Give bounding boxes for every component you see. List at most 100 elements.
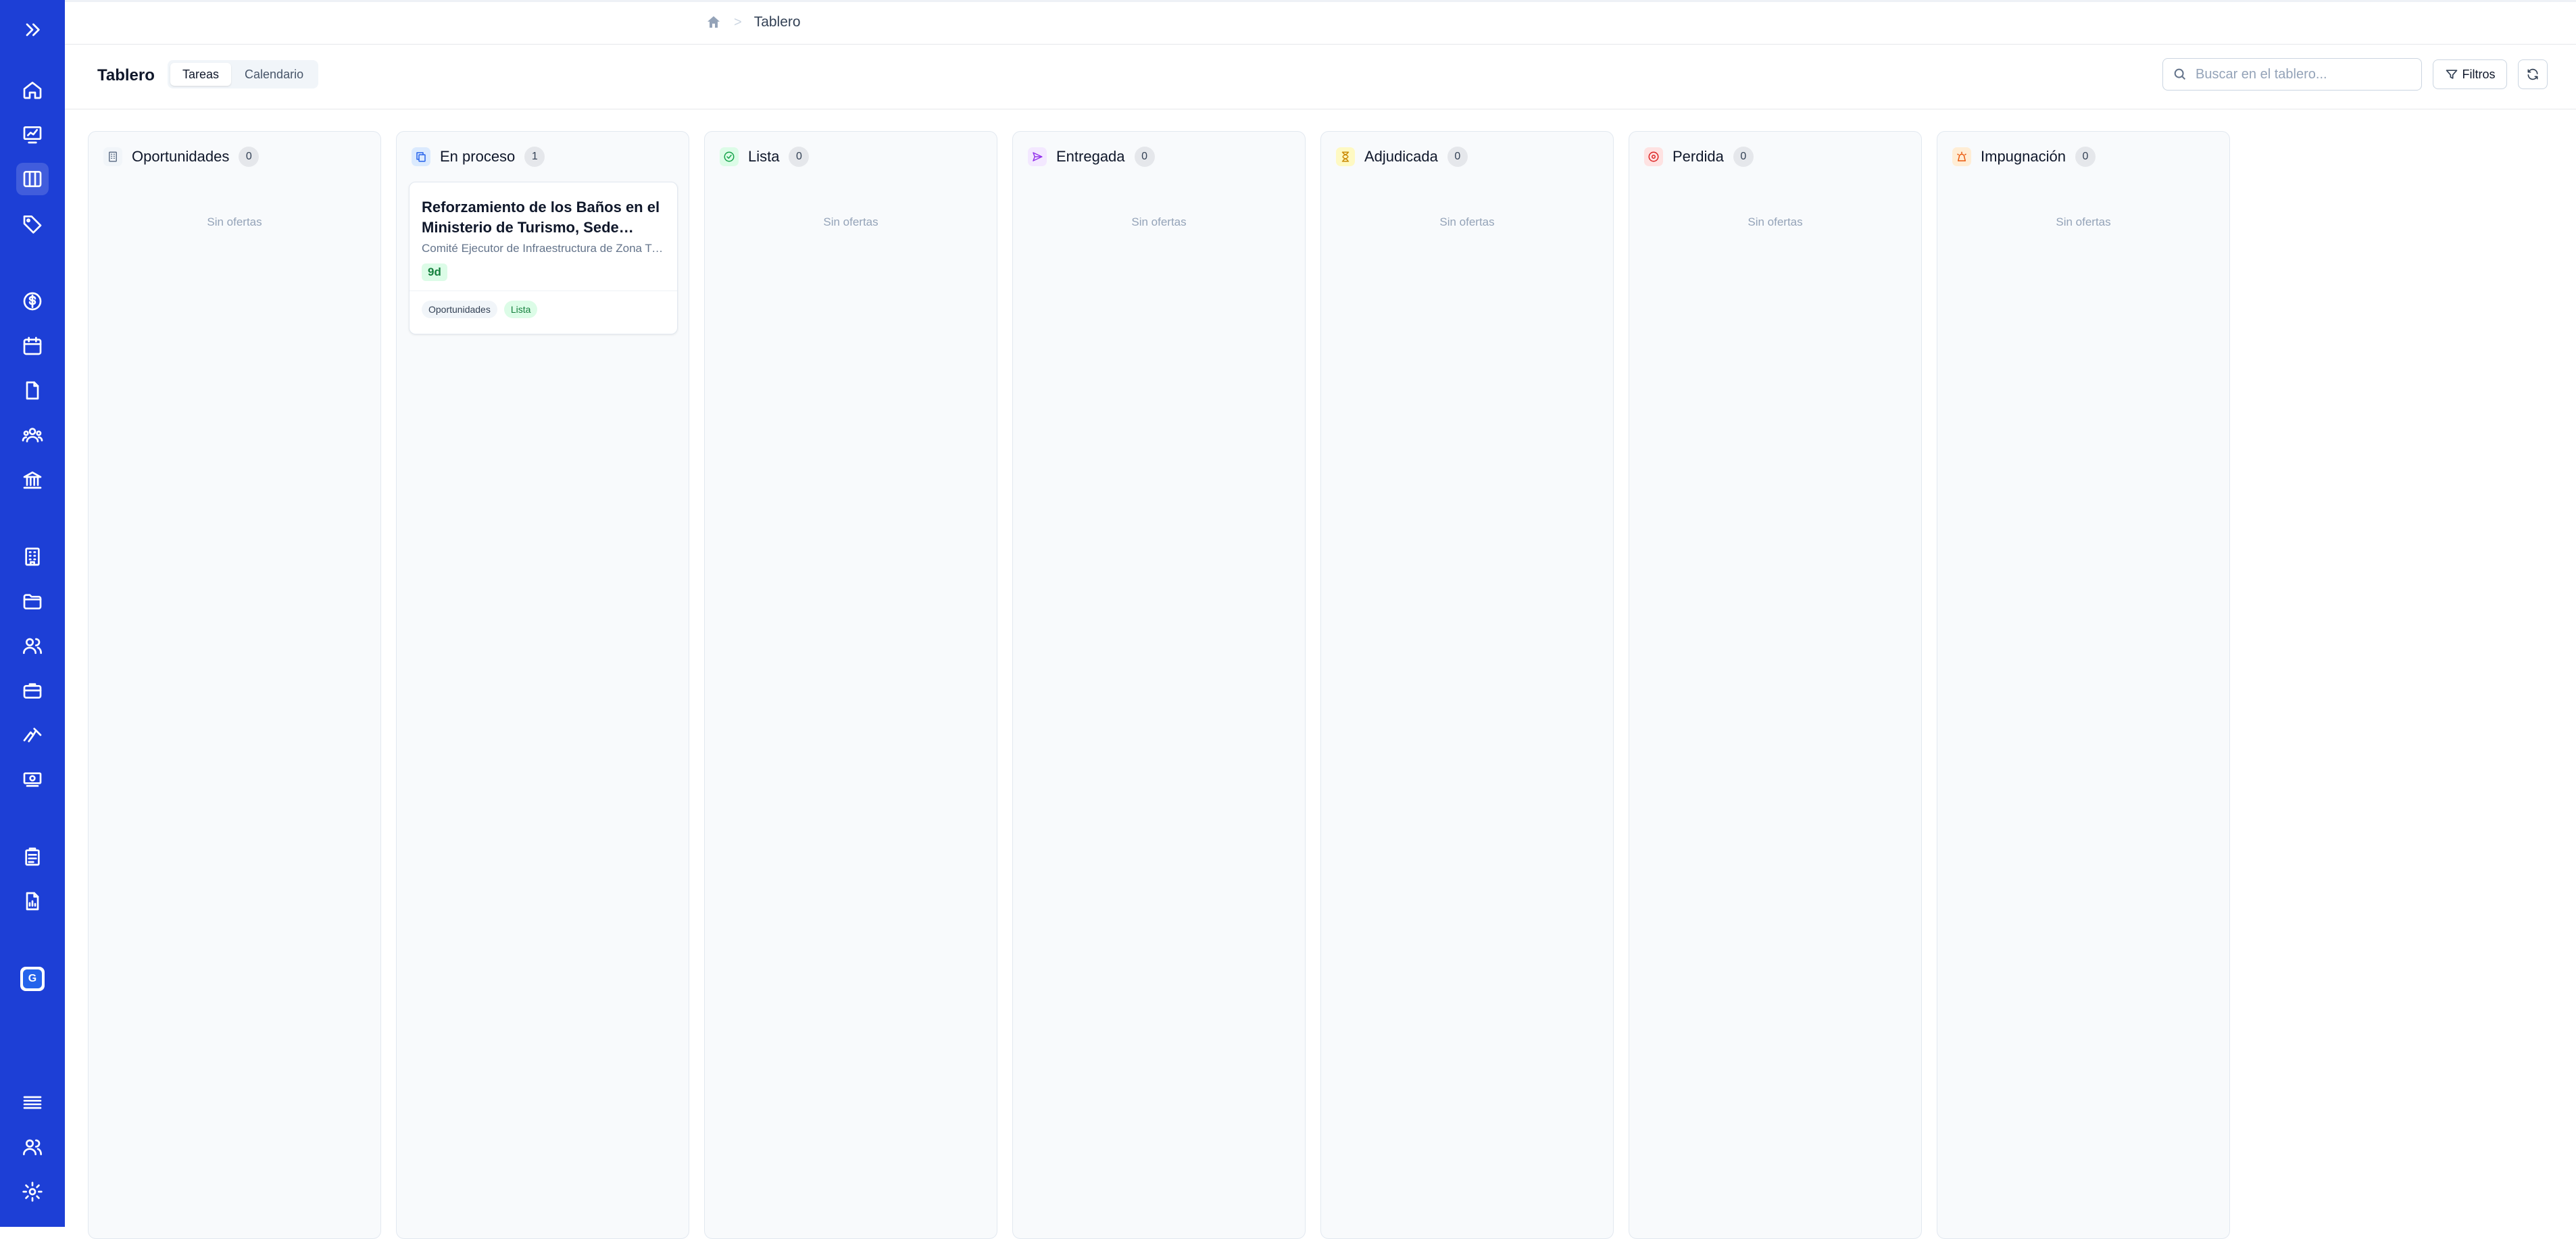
file-icon: [26, 381, 39, 400]
sidebar-item-tags[interactable]: [16, 207, 49, 240]
column-header: En proceso 1: [412, 145, 545, 168]
column-count-badge: 0: [2075, 147, 2096, 167]
page-title: Tablero: [97, 66, 155, 84]
offer-card-due-badge: 9d: [422, 263, 447, 281]
expand-sidebar-button[interactable]: [16, 14, 49, 46]
dashboard-icon: [23, 126, 42, 144]
settings-icon: [22, 1182, 43, 1202]
sidebar-item-folders[interactable]: [16, 585, 49, 617]
column-empty-state: Sin ofertas: [207, 216, 262, 228]
column-count-badge: 0: [239, 147, 259, 167]
home-icon: [23, 82, 42, 99]
institution-icon: [23, 472, 42, 489]
organization-avatar[interactable]: G: [20, 967, 45, 991]
filter-icon: [2446, 70, 2457, 79]
column-lista: Lista 0 Sin ofertas: [704, 131, 997, 1239]
column-title: Impugnación: [1981, 148, 2066, 165]
column-empty-state: Sin ofertas: [2056, 216, 2111, 228]
refresh-icon: [2527, 68, 2538, 80]
sidebar-item-tools[interactable]: [16, 719, 49, 751]
sidebar-item-companies[interactable]: [16, 540, 49, 573]
view-calendario-tab[interactable]: Calendario: [232, 63, 316, 86]
sidebar-item-reports[interactable]: [16, 885, 49, 917]
page-header: Tablero Tareas Calendario Filtros: [65, 45, 2576, 109]
money-icon: [23, 772, 42, 787]
filters-button[interactable]: Filtros: [2433, 59, 2507, 89]
sidebar-item-institutions[interactable]: [16, 463, 49, 496]
folder-icon: [23, 594, 42, 609]
list-icon: [23, 1096, 42, 1109]
building-icon: [103, 147, 122, 166]
column-count-badge: 0: [1733, 147, 1754, 167]
column-empty-state: Sin ofertas: [1439, 216, 1495, 228]
sidebar-item-clipboard[interactable]: [16, 840, 49, 873]
sidebar: G: [0, 0, 65, 1227]
column-count-badge: 0: [1447, 147, 1468, 167]
tag-icon: [23, 216, 42, 234]
board-icon: [23, 171, 42, 187]
check-circle-icon: [720, 147, 739, 166]
column-title: Oportunidades: [132, 148, 230, 165]
search-input[interactable]: [2196, 66, 2405, 82]
sidebar-item-calendar[interactable]: [16, 330, 49, 362]
offer-card-footer: Oportunidades Lista: [410, 290, 677, 318]
offer-card-title: Reforzamiento de los Baños en el Ministe…: [422, 199, 660, 236]
sidebar-item-users[interactable]: [16, 630, 49, 662]
copy-icon: [412, 147, 430, 166]
column-title: En proceso: [440, 148, 516, 165]
offer-card[interactable]: Reforzamiento de los Baños en el Ministe…: [409, 182, 678, 334]
tools-icon: [23, 728, 42, 742]
kanban-board: Oportunidades 0 Sin ofertas En proceso 1…: [88, 131, 2230, 1239]
column-header: Impugnación 0: [1952, 145, 2096, 168]
column-header: Adjudicada 0: [1336, 145, 1468, 168]
column-empty-state: Sin ofertas: [823, 216, 878, 228]
sidebar-item-board[interactable]: [16, 163, 49, 195]
refresh-button[interactable]: [2518, 59, 2548, 89]
column-title: Entregada: [1056, 148, 1125, 165]
search-icon: [2174, 68, 2186, 80]
breadcrumb-bar: > Tablero: [65, 0, 2576, 45]
dollar-icon: [23, 292, 42, 311]
column-entregada: Entregada 0 Sin ofertas: [1012, 131, 1306, 1239]
organization-initial: G: [23, 969, 42, 988]
sidebar-item-portfolio[interactable]: [16, 674, 49, 707]
users-icon: [23, 638, 42, 654]
breadcrumb-current: Tablero: [753, 14, 801, 30]
home-icon[interactable]: [705, 14, 722, 30]
column-count-badge: 0: [789, 147, 810, 167]
filters-label: Filtros: [2462, 67, 2496, 81]
column-empty-state: Sin ofertas: [1748, 216, 1803, 228]
sidebar-item-finance[interactable]: [16, 285, 49, 318]
offer-card-entity: Comité Ejecutor de Infraestructura de Zo…: [422, 242, 665, 255]
breadcrumb-separator: >: [734, 14, 742, 30]
sidebar-item-dashboard[interactable]: [16, 118, 49, 151]
column-header: Lista 0: [720, 145, 810, 168]
column-adjudicada: Adjudicada 0 Sin ofertas: [1320, 131, 1614, 1239]
offer-card-tag: Oportunidades: [422, 301, 497, 318]
calendar-icon: [23, 336, 42, 355]
hourglass-icon: [1336, 147, 1355, 166]
sidebar-item-contacts[interactable]: [16, 1131, 49, 1163]
view-toggle: Tareas Calendario: [168, 60, 319, 88]
column-oportunidades: Oportunidades 0 Sin ofertas: [88, 131, 381, 1239]
sidebar-item-payments[interactable]: [16, 763, 49, 796]
column-title: Adjudicada: [1364, 148, 1438, 165]
x-circle-icon: [1644, 147, 1663, 166]
breadcrumb: > Tablero: [705, 14, 801, 30]
sidebar-item-settings[interactable]: [16, 1175, 49, 1208]
team-icon: [22, 428, 43, 442]
sidebar-item-home[interactable]: [16, 74, 49, 106]
column-title: Lista: [748, 148, 780, 165]
column-perdida: Perdida 0 Sin ofertas: [1629, 131, 1922, 1239]
column-header: Entregada 0: [1028, 145, 1155, 168]
offer-card-tag: Lista: [503, 301, 538, 318]
column-impugnacion: Impugnación 0 Sin ofertas: [1937, 131, 2230, 1239]
sidebar-item-documents[interactable]: [16, 374, 49, 407]
sidebar-item-teams[interactable]: [16, 419, 49, 451]
column-header: Oportunidades 0: [103, 145, 259, 168]
sidebar-item-list[interactable]: [16, 1086, 49, 1119]
column-title: Perdida: [1673, 148, 1724, 165]
view-tareas-tab[interactable]: Tareas: [170, 63, 232, 86]
column-count-badge: 0: [1134, 147, 1155, 167]
column-header: Perdida 0: [1644, 145, 1754, 168]
